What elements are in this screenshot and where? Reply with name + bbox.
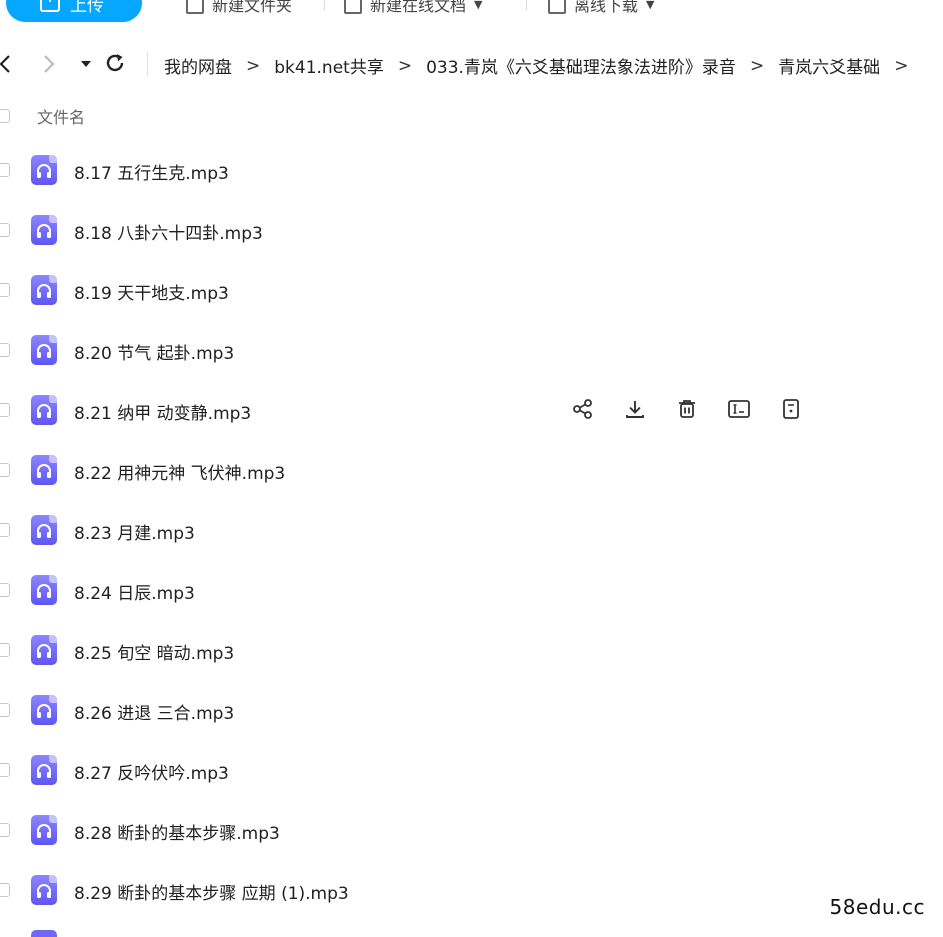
row-checkbox[interactable]	[0, 523, 10, 537]
file-row[interactable]: 8.22 用神元神 飞伏神.mp3	[0, 440, 943, 500]
row-checkbox[interactable]	[0, 763, 10, 777]
row-checkbox[interactable]	[0, 163, 10, 177]
audio-file-icon	[31, 155, 57, 185]
row-checkbox[interactable]	[0, 703, 10, 717]
new-online-doc-label: 新建在线文档	[370, 0, 467, 15]
audio-file-icon	[31, 275, 57, 305]
file-name[interactable]: 8.23 月建.mp3	[74, 519, 195, 544]
new-folder-label: 新建文件夹	[212, 0, 293, 15]
refresh-icon[interactable]	[104, 52, 126, 80]
chevron-right-icon[interactable]	[42, 54, 56, 80]
more-icon[interactable]	[778, 396, 804, 422]
audio-file-icon	[31, 575, 57, 605]
audio-file-icon	[31, 335, 57, 365]
upload-button[interactable]: 上传	[6, 0, 142, 22]
new-doc-icon	[344, 0, 362, 14]
file-name[interactable]: 8.17 五行生克.mp3	[74, 159, 229, 184]
row-checkbox[interactable]	[0, 463, 10, 477]
breadcrumb-item-current[interactable]: 青岚六爻基础	[778, 53, 880, 78]
file-row[interactable]: 8.23 月建.mp3	[0, 500, 943, 560]
row-checkbox[interactable]	[0, 283, 10, 297]
file-name[interactable]: 8.28 断卦的基本步骤.mp3	[74, 819, 280, 844]
file-row[interactable]: 8.24 日辰.mp3	[0, 560, 943, 620]
breadcrumb-item[interactable]: 033.青岚《六爻基础理法象法进阶》录音	[426, 53, 736, 78]
top-toolbar: 上传 新建文件夹 新建在线文档 ▼ 离线下载 ▼	[0, 0, 943, 24]
select-all-checkbox[interactable]	[0, 109, 10, 123]
nav-divider	[147, 52, 148, 76]
download-icon[interactable]	[622, 396, 648, 422]
breadcrumb-item[interactable]: 我的网盘	[164, 53, 232, 78]
file-name[interactable]: 8.18 八卦六十四卦.mp3	[74, 219, 263, 244]
breadcrumb-item[interactable]: bk41.net共享	[274, 53, 384, 78]
column-header-filename[interactable]: 文件名	[37, 104, 85, 128]
file-row[interactable]: 8.26 进退 三合.mp3	[0, 680, 943, 740]
offline-download-label: 离线下载	[574, 0, 639, 15]
file-row[interactable]: 8.18 八卦六十四卦.mp3	[0, 200, 943, 260]
offline-download-button[interactable]: 离线下载 ▼	[548, 0, 654, 16]
file-name[interactable]: 8.21 纳甲 动变静.mp3	[74, 399, 251, 424]
breadcrumb-separator: >	[749, 55, 765, 76]
rename-icon[interactable]	[726, 396, 752, 422]
file-list-header: 文件名	[0, 100, 943, 132]
audio-file-icon	[31, 395, 57, 425]
chevron-down-icon: ▼	[646, 0, 655, 11]
share-icon[interactable]	[570, 396, 596, 422]
file-list: 8.17 五行生克.mp3 8.18 八卦六十四卦.mp3 8.19 天干地支.…	[0, 140, 943, 920]
file-row[interactable]: 8.27 反吟伏吟.mp3	[0, 740, 943, 800]
audio-file-icon	[31, 635, 57, 665]
toolbar-divider	[526, 0, 527, 10]
audio-file-icon	[31, 815, 57, 845]
new-online-doc-button[interactable]: 新建在线文档 ▼	[344, 0, 482, 16]
row-checkbox[interactable]	[0, 343, 10, 357]
offline-download-icon	[548, 0, 566, 14]
file-row[interactable]: 8.20 节气 起卦.mp3	[0, 320, 943, 380]
new-folder-button[interactable]: 新建文件夹	[186, 0, 292, 16]
row-checkbox[interactable]	[0, 823, 10, 837]
breadcrumb-separator: >	[397, 55, 413, 76]
chevron-left-icon[interactable]	[0, 54, 12, 80]
row-checkbox[interactable]	[0, 403, 10, 417]
audio-file-icon	[31, 930, 57, 937]
upload-label: 上传	[70, 0, 104, 16]
file-row[interactable]: 8.28 断卦的基本步骤.mp3	[0, 800, 943, 860]
row-checkbox[interactable]	[0, 223, 10, 237]
chevron-down-icon: ▼	[474, 0, 483, 11]
watermark: 58edu.cc	[829, 895, 925, 919]
file-name[interactable]: 8.25 旬空 暗动.mp3	[74, 639, 234, 664]
audio-file-icon	[31, 695, 57, 725]
upload-icon	[40, 0, 60, 12]
audio-file-icon	[31, 875, 57, 905]
file-row[interactable]: 8.25 旬空 暗动.mp3	[0, 620, 943, 680]
file-row[interactable]: 8.21 纳甲 动变静.mp3	[0, 380, 943, 440]
history-dropdown-icon[interactable]	[80, 57, 92, 71]
audio-file-icon	[31, 215, 57, 245]
breadcrumb-separator: >	[246, 55, 261, 76]
file-row[interactable]: 8.17 五行生克.mp3	[0, 140, 943, 200]
file-row[interactable]: 8.19 天干地支.mp3	[0, 260, 943, 320]
file-name[interactable]: 8.29 断卦的基本步骤 应期 (1).mp3	[74, 879, 349, 904]
file-name[interactable]: 8.26 进退 三合.mp3	[74, 699, 234, 724]
file-name[interactable]: 8.27 反吟伏吟.mp3	[74, 759, 229, 784]
breadcrumb: 我的网盘 > bk41.net共享 > 033.青岚《六爻基础理法象法进阶》录音…	[164, 53, 909, 79]
file-name[interactable]: 8.19 天干地支.mp3	[74, 279, 229, 304]
file-name[interactable]: 8.22 用神元神 飞伏神.mp3	[74, 459, 285, 484]
file-row[interactable]: 8.29 断卦的基本步骤 应期 (1).mp3	[0, 860, 943, 920]
new-folder-icon	[186, 0, 204, 14]
audio-file-icon	[31, 455, 57, 485]
row-checkbox[interactable]	[0, 583, 10, 597]
navigation-bar: 我的网盘 > bk41.net共享 > 033.青岚《六爻基础理法象法进阶》录音…	[0, 44, 943, 84]
row-checkbox[interactable]	[0, 883, 10, 897]
row-checkbox[interactable]	[0, 643, 10, 657]
delete-icon[interactable]	[674, 396, 700, 422]
audio-file-icon	[31, 515, 57, 545]
breadcrumb-separator: >	[894, 55, 909, 76]
file-name[interactable]: 8.20 节气 起卦.mp3	[74, 339, 234, 364]
file-name[interactable]: 8.24 日辰.mp3	[74, 579, 195, 604]
toolbar-divider	[324, 0, 325, 10]
row-actions	[570, 396, 804, 422]
audio-file-icon	[31, 755, 57, 785]
